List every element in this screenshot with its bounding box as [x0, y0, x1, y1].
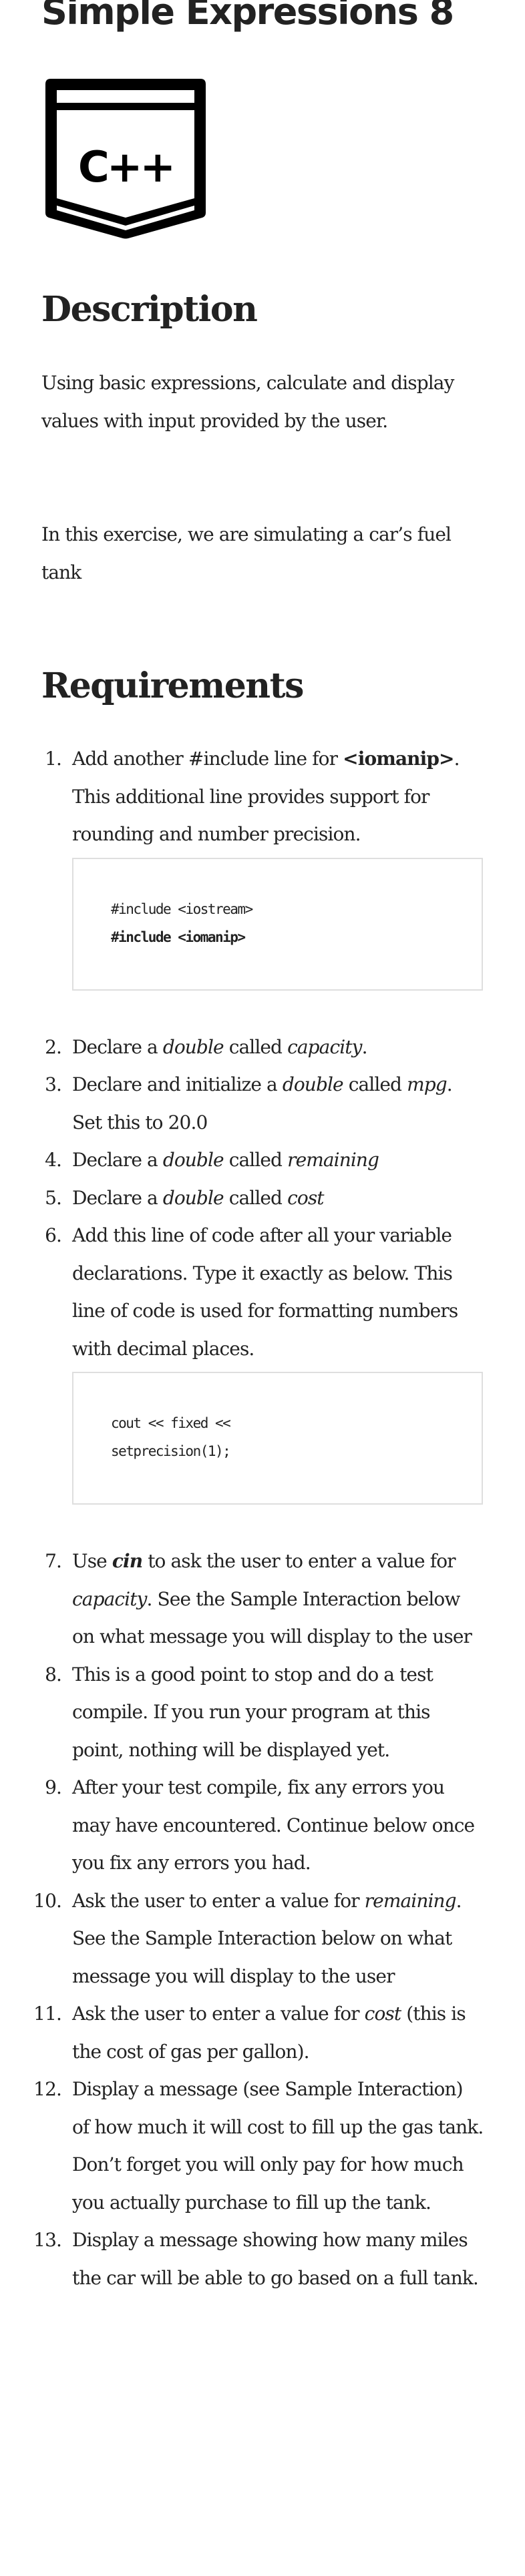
requirement-item: 9. After your test compile, fix any error… [41, 1769, 484, 1882]
text-run: Declare a [72, 1035, 163, 1058]
requirement-item: 4. Declare a double called remaining [41, 1141, 484, 1180]
requirements-list: 1. Add another #include line for <iomanip… [33, 740, 484, 2297]
code-block: #include <iostream> #include <iomanip> [72, 857, 483, 991]
text-run: After your test compile, fix any errors … [72, 1776, 475, 1874]
description-paragraph: In this exercise, we are simulating a ca… [41, 523, 452, 583]
requirement-number: 9. [45, 1776, 62, 1798]
requirement-number: 4. [45, 1149, 62, 1171]
requirement-text: Declare a double called capacity. [72, 1029, 484, 1067]
requirement-number: 13. [33, 2229, 62, 2251]
requirement-text: Declare a double called remaining [72, 1141, 484, 1180]
bold-italic-term: cin [112, 1550, 143, 1572]
requirement-text: Ask the user to enter a value for remain… [72, 1882, 484, 1996]
emphasized-term: double [162, 1149, 224, 1171]
requirement-item: 10. Ask the user to enter a value for rem… [33, 1882, 484, 1996]
emphasized-term: capacity [72, 1587, 147, 1610]
requirement-item: 6. Add this line of code after all your v… [41, 1217, 484, 1505]
code-line: #include <iomanip> [111, 929, 246, 945]
text-run: Ask the user to enter a value for [72, 2003, 365, 2025]
requirement-text: Add another #include line for <iomanip>.… [72, 740, 484, 854]
code-line: #include <iostream> [111, 900, 253, 917]
requirement-number: 2. [45, 1035, 62, 1058]
requirement-text: Use cin to ask the user to enter a value… [72, 1543, 484, 1656]
description-paragraph: Using basic expressions, calculate and d… [41, 372, 454, 432]
code-line: setprecision(1); [111, 1443, 231, 1459]
emphasized-term: double [282, 1073, 344, 1095]
text-run: Display a message showing how many miles… [72, 2229, 479, 2289]
emphasized-term: mpg [407, 1073, 448, 1095]
text-run: to ask the user to enter a value for [142, 1550, 456, 1572]
requirement-item: 1. Add another #include line for <iomanip… [41, 740, 484, 991]
requirement-text: Add this line of code after all your var… [72, 1217, 484, 1368]
requirement-text: After your test compile, fix any errors … [72, 1769, 484, 1882]
requirements-heading: Requirements [41, 666, 304, 706]
requirement-item: 13. Display a message showing how many mi… [33, 2222, 484, 2297]
text-run: called [223, 1186, 288, 1209]
page-title: Simple Expressions 8 [41, 0, 454, 33]
text-run: Add another #include line for [72, 748, 343, 770]
text-run: called [223, 1149, 288, 1171]
bold-term: <iomanip> [343, 748, 454, 770]
emphasized-term: double [162, 1035, 224, 1058]
text-run: called [223, 1035, 288, 1058]
text-run: Use [72, 1550, 112, 1572]
requirement-number: 8. [45, 1663, 62, 1686]
text-run: This is a good point to stop and do a te… [72, 1663, 433, 1761]
requirement-number: 6. [45, 1224, 62, 1246]
code-lines: #include <iostream> #include <iomanip> [111, 895, 253, 951]
code-block: cout << fixed << setprecision(1); [72, 1372, 483, 1505]
emphasized-term: double [162, 1186, 224, 1209]
code-line: cout << fixed << [111, 1415, 231, 1431]
requirement-number: 1. [45, 748, 62, 770]
requirement-number: 11. [33, 2003, 62, 2025]
requirement-text: Declare and initialize a double called m… [72, 1066, 484, 1141]
text-run: Add this line of code after all your var… [72, 1224, 458, 1360]
requirement-text: Display a message showing how many miles… [72, 2222, 484, 2297]
description-heading: Description [41, 289, 258, 330]
text-run: . [361, 1035, 368, 1058]
requirement-item: 3. Declare and initialize a double called… [41, 1066, 484, 1141]
requirement-number: 3. [45, 1073, 62, 1095]
text-run: called [343, 1073, 407, 1095]
requirement-item: 5. Declare a double called cost [41, 1180, 484, 1218]
requirement-item: 11. Ask the user to enter a value for cos… [33, 1995, 484, 2071]
text-run: Ask the user to enter a value for [72, 1889, 365, 1912]
requirement-item: 7. Use cin to ask the user to enter a val… [41, 1543, 484, 1656]
emphasized-term: capacity [287, 1035, 362, 1058]
text-run: Declare a [72, 1186, 163, 1209]
requirement-number: 12. [33, 2078, 62, 2100]
requirement-text: Declare a double called cost [72, 1180, 484, 1218]
requirement-number: 7. [45, 1550, 62, 1572]
requirement-text: This is a good point to stop and do a te… [72, 1656, 484, 1770]
requirement-item: 12. Display a message (see Sample Interac… [33, 2071, 484, 2222]
code-lines: cout << fixed << setprecision(1); [111, 1409, 231, 1465]
requirement-item: 8. This is a good point to stop and do a … [41, 1656, 484, 1770]
cpp-badge-icon: C++ [45, 79, 206, 239]
requirement-number: 5. [45, 1186, 62, 1209]
emphasized-term: cost [287, 1186, 324, 1209]
requirement-number: 10. [33, 1889, 62, 1912]
requirement-text: Display a message (see Sample Interactio… [72, 2071, 484, 2222]
emphasized-term: cost [364, 2003, 401, 2025]
text-run: Declare and initialize a [72, 1073, 283, 1095]
cpp-logo-text: C++ [78, 143, 173, 192]
text-run: Declare a [72, 1149, 163, 1171]
text-run: Display a message (see Sample Interactio… [72, 2078, 484, 2214]
emphasized-term: remaining [287, 1149, 379, 1171]
requirement-item: 2. Declare a double called capacity. [41, 1029, 484, 1067]
requirement-text: Ask the user to enter a value for cost (… [72, 1995, 484, 2071]
emphasized-term: remaining [364, 1889, 457, 1912]
cpp-badge-graphic: C++ [45, 79, 206, 239]
